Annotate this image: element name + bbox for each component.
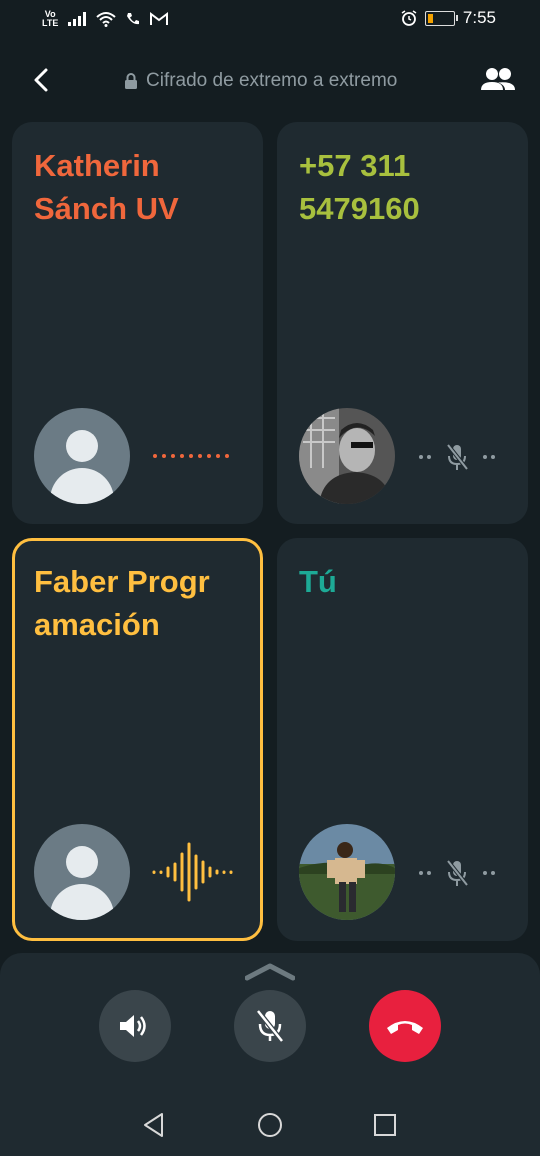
muted-mic-indicator	[419, 443, 495, 471]
chevron-up-icon[interactable]	[245, 958, 295, 982]
phone-icon	[127, 13, 140, 25]
system-navigation-bar	[0, 1100, 540, 1150]
participants-icon[interactable]	[480, 66, 516, 96]
participant-tile-self[interactable]: Tú	[277, 538, 528, 941]
alarm-icon	[401, 10, 417, 26]
muted-mic-indicator	[419, 859, 495, 887]
participant-tile-active[interactable]: Faber Progr amación	[12, 538, 263, 941]
nav-back-icon[interactable]	[142, 1112, 166, 1138]
mute-button[interactable]	[234, 990, 306, 1062]
wifi-icon	[96, 12, 117, 27]
speaker-button[interactable]	[99, 990, 171, 1062]
participant-name: Katherin Sánch UV	[34, 148, 179, 226]
end-call-button[interactable]	[369, 990, 441, 1062]
mic-off-icon	[256, 1009, 284, 1043]
profile-photo	[299, 824, 395, 920]
participant-tile[interactable]: Katherin Sánch UV	[12, 122, 263, 524]
participant-name: Faber Progr amación	[34, 560, 244, 646]
status-bar: Vo LTE 7:55	[0, 0, 540, 40]
default-avatar-icon	[34, 824, 130, 920]
profile-photo	[299, 408, 395, 504]
participant-name-line1: Faber Progr	[34, 564, 210, 599]
participant-name: +57 311 5479160	[299, 148, 420, 226]
encryption-text: Cifrado de extremo a extremo	[146, 70, 398, 91]
gmail-icon	[150, 12, 169, 25]
encryption-notice: Cifrado de extremo a extremo	[124, 70, 397, 92]
participant-name: Tú	[299, 564, 337, 599]
signal-icon	[68, 12, 87, 26]
default-avatar-icon	[34, 408, 130, 504]
volte-icon: Vo LTE	[42, 9, 59, 28]
nav-recents-icon[interactable]	[373, 1112, 397, 1138]
lock-icon	[125, 73, 137, 89]
participant-name-line2: amación	[34, 607, 160, 642]
battery-icon	[424, 10, 458, 26]
speaker-icon	[120, 1015, 146, 1037]
connecting-dots-icon	[153, 454, 229, 458]
voice-wave-icon	[152, 842, 233, 902]
hang-up-icon	[387, 1021, 423, 1034]
clock: 7:55	[462, 8, 496, 27]
participant-tile[interactable]: +57 311 5479160	[277, 122, 528, 524]
nav-home-icon[interactable]	[257, 1112, 283, 1138]
call-header: Cifrado de extremo a extremo	[0, 56, 540, 108]
back-arrow-icon[interactable]	[26, 64, 58, 96]
